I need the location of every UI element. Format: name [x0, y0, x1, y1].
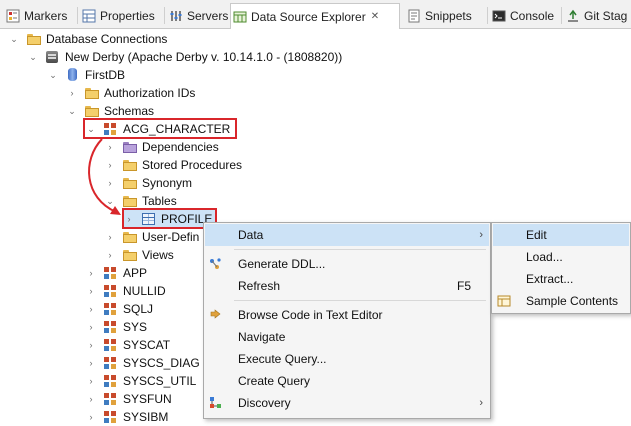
menu-item-label: Discovery — [238, 396, 291, 410]
data-submenu: Edit Load... Extract... Sample Contents — [491, 222, 631, 314]
menu-item-data[interactable]: Data › — [205, 224, 489, 246]
menu-item-label: Load... — [526, 250, 563, 264]
context-menu: Data › Generate DDL... Refresh F5 Browse… — [203, 222, 491, 419]
menu-item-browse-code[interactable]: Browse Code in Text Editor — [205, 304, 489, 326]
menu-item-label: Refresh — [238, 279, 281, 293]
menu-item-label: Navigate — [238, 330, 286, 344]
discovery-icon — [208, 396, 224, 410]
menu-item-generate-ddl[interactable]: Generate DDL... — [205, 253, 489, 275]
menu-item-label: Sample Contents — [526, 294, 619, 308]
shortcut-label: F5 — [456, 279, 471, 293]
menu-item-navigate[interactable]: Navigate — [205, 326, 489, 348]
menu-item-create-query[interactable]: Create Query — [205, 370, 489, 392]
menu-item-label: Browse Code in Text Editor — [238, 308, 383, 322]
chevron-right-icon: › — [479, 229, 483, 241]
submenu-item-sample-contents[interactable]: Sample Contents — [493, 290, 629, 312]
menu-item-refresh[interactable]: Refresh F5 — [205, 275, 489, 297]
chevron-right-icon: › — [479, 397, 483, 409]
menu-item-label: Data — [238, 228, 264, 242]
browse-code-icon — [208, 308, 224, 322]
menu-item-label: Edit — [526, 228, 547, 242]
submenu-item-extract[interactable]: Extract... — [493, 268, 629, 290]
menu-item-label: Generate DDL... — [238, 257, 326, 271]
menu-item-label: Execute Query... — [238, 352, 327, 366]
menu-item-label: Extract... — [526, 272, 574, 286]
menu-item-discovery[interactable]: Discovery › — [205, 392, 489, 414]
submenu-item-edit[interactable]: Edit — [493, 224, 629, 246]
sample-contents-icon — [496, 294, 512, 308]
menu-item-execute-query[interactable]: Execute Query... — [205, 348, 489, 370]
generate-ddl-icon — [208, 257, 224, 271]
menu-item-label: Create Query — [238, 374, 311, 388]
submenu-item-load[interactable]: Load... — [493, 246, 629, 268]
